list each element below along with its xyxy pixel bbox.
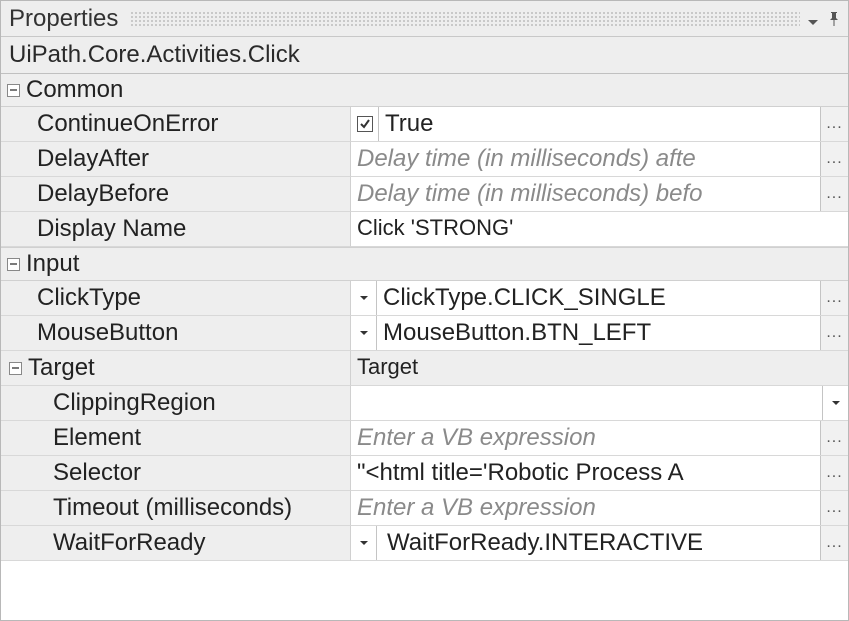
expand-toggle-target[interactable] — [9, 362, 22, 375]
value-waitforready: WaitForReady.INTERACTIVE ... — [351, 526, 848, 561]
dropdown-icon[interactable] — [808, 6, 818, 32]
property-grid: Common ContinueOnError True ... DelayAft… — [1, 74, 848, 561]
label-mousebutton: MouseButton — [1, 316, 351, 351]
label-clicktype: ClickType — [1, 281, 351, 316]
input-displayname: Click 'STRONG' — [357, 215, 513, 243]
label-element: Element — [1, 421, 351, 456]
input-element[interactable]: Enter a VB expression — [351, 421, 820, 455]
label-displayname: Display Name — [1, 212, 351, 247]
value-timeout: Enter a VB expression ... — [351, 491, 848, 526]
dropdown-clippingregion[interactable] — [822, 386, 848, 420]
expand-toggle-input[interactable] — [7, 258, 20, 271]
properties-panel: Properties UiPath.Core.Activities.Click … — [0, 0, 849, 621]
value-target-header: Target — [351, 351, 848, 386]
input-clicktype[interactable]: ClickType.CLICK_SINGLE — [377, 281, 820, 315]
panel-title-bar: Properties — [1, 1, 848, 37]
value-mousebutton: MouseButton.BTN_LEFT ... — [351, 316, 848, 351]
group-input-title: Input — [26, 250, 79, 278]
pin-icon[interactable] — [828, 6, 840, 32]
value-continueonerror: True ... — [351, 107, 848, 142]
group-common: Common — [1, 74, 848, 107]
ellipsis-element[interactable]: ... — [820, 421, 848, 455]
subgroup-target: Target — [1, 351, 351, 386]
ellipsis-mousebutton[interactable]: ... — [820, 316, 848, 350]
value-delaybefore: Delay time (in milliseconds) befo ... — [351, 177, 848, 212]
input-selector[interactable]: "<html title='Robotic Process A — [351, 456, 820, 490]
ellipsis-waitforready[interactable]: ... — [820, 526, 848, 560]
object-header: UiPath.Core.Activities.Click — [1, 37, 848, 74]
input-waitforready[interactable]: WaitForReady.INTERACTIVE — [377, 526, 820, 560]
input-clippingregion[interactable] — [351, 386, 822, 420]
ellipsis-timeout[interactable]: ... — [820, 491, 848, 525]
label-delayafter: DelayAfter — [1, 142, 351, 177]
input-mousebutton[interactable]: MouseButton.BTN_LEFT — [377, 316, 820, 350]
group-common-title: Common — [26, 76, 123, 104]
ellipsis-continueonerror[interactable]: ... — [820, 107, 848, 141]
ellipsis-selector[interactable]: ... — [820, 456, 848, 490]
subgroup-target-title: Target — [28, 354, 95, 382]
value-delayafter: Delay time (in milliseconds) afte ... — [351, 142, 848, 177]
value-displayname[interactable]: Click 'STRONG' — [351, 212, 848, 247]
label-clippingregion: ClippingRegion — [1, 386, 351, 421]
dropdown-mousebutton[interactable] — [351, 316, 377, 350]
ellipsis-delaybefore[interactable]: ... — [820, 177, 848, 211]
panel-grip-dots — [130, 11, 800, 27]
label-delaybefore: DelayBefore — [1, 177, 351, 212]
expand-toggle-common[interactable] — [7, 84, 20, 97]
checkbox-check-icon — [357, 116, 373, 132]
dropdown-waitforready[interactable] — [351, 526, 377, 560]
input-delaybefore[interactable]: Delay time (in milliseconds) befo — [351, 177, 820, 211]
panel-title: Properties — [9, 5, 118, 33]
value-element: Enter a VB expression ... — [351, 421, 848, 456]
label-continueonerror: ContinueOnError — [1, 107, 351, 142]
value-clicktype: ClickType.CLICK_SINGLE ... — [351, 281, 848, 316]
dropdown-clicktype[interactable] — [351, 281, 377, 315]
value-selector: "<html title='Robotic Process A ... — [351, 456, 848, 491]
input-timeout[interactable]: Enter a VB expression — [351, 491, 820, 525]
target-header-value: Target — [357, 354, 418, 382]
label-waitforready: WaitForReady — [1, 526, 351, 561]
ellipsis-clicktype[interactable]: ... — [820, 281, 848, 315]
label-selector: Selector — [1, 456, 351, 491]
checkbox-continueonerror[interactable] — [351, 107, 379, 141]
ellipsis-delayafter[interactable]: ... — [820, 142, 848, 176]
value-clippingregion — [351, 386, 848, 421]
input-continueonerror[interactable]: True — [379, 107, 820, 141]
label-timeout: Timeout (milliseconds) — [1, 491, 351, 526]
input-delayafter[interactable]: Delay time (in milliseconds) afte — [351, 142, 820, 176]
group-input: Input — [1, 247, 848, 281]
panel-title-icons — [808, 6, 840, 32]
